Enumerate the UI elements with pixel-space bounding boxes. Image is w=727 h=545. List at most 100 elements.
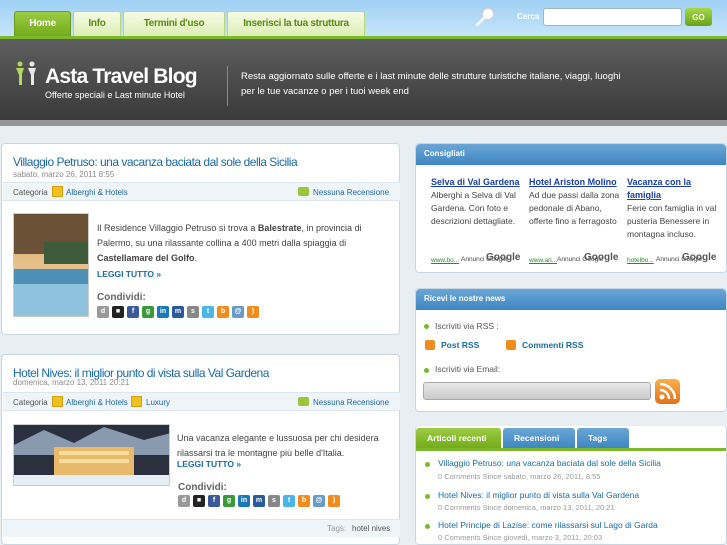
bullet-icon [424,324,429,329]
linkedin-icon[interactable]: in [238,495,250,507]
tab-add-property[interactable]: Inserisci la tua struttura [227,11,365,36]
read-more-link[interactable]: LEGGI TUTTO » [97,269,161,279]
myspace-icon[interactable]: m [253,495,265,507]
category-label: Categoria [13,398,48,407]
tab-home[interactable]: Home [14,11,71,36]
ad-title[interactable]: Hotel Ariston Molino [529,176,621,189]
site-subtitle: Offerte speciali e Last minute Hotel [45,90,185,100]
google-icon[interactable]: g [142,306,154,318]
tab-reviews[interactable]: Recensioni [503,428,575,448]
category-link[interactable]: Luxury [146,398,170,407]
ad-title[interactable]: Vacanza con la famiglia [627,176,719,202]
ad-unit[interactable]: Vacanza con la famiglia Ferie con famigl… [627,176,719,264]
search-input[interactable] [543,8,682,26]
recent-post-meta: 0 Comments Since domenica, marzo 13, 201… [438,503,615,512]
facebook-icon[interactable]: f [127,306,139,318]
comments-link[interactable]: Nessuna Recensione [313,398,389,407]
share-icons: d ■ f g in m s t b @ ) [97,306,259,318]
ad-url[interactable]: hotelbo... [627,254,654,267]
site-header: Asta Travel Blog Offerte speciali e Last… [0,39,727,126]
email-field[interactable] [423,382,651,400]
digg-icon[interactable]: d [178,495,190,507]
rss-icon [425,340,435,350]
ad-url[interactable]: www.bo... [431,254,459,267]
myspace-icon[interactable]: m [172,306,184,318]
google-icon[interactable]: g [223,495,235,507]
google-logo: Google [584,252,619,263]
post-excerpt: Il Residence Villaggio Petruso si trova … [97,223,362,263]
folder-icon [52,186,63,197]
tab-underline [416,448,726,451]
comment-icon [298,187,309,196]
google-logo: Google [486,252,521,263]
recommended-widget: Consigliati Selva di Val Gardena Albergh… [415,143,727,273]
recent-post-link[interactable]: Hotel Nives: il miglior punto di vista s… [438,490,639,500]
ad-unit[interactable]: Selva di Val Gardena Alberghi a Selva di… [431,176,523,264]
tab-info[interactable]: Info [73,11,121,36]
post-date: domenica, marzo 13, 2011 20:21 [13,378,130,387]
tab-tags[interactable]: Tags [577,428,629,448]
search-button[interactable]: GO [685,8,712,26]
recent-post-link[interactable]: Hotel Principe di Lazise: come rilassars… [438,520,658,530]
digg-icon[interactable]: d [97,306,109,318]
post-date: sabato, marzo 26, 2011 8:55 [13,170,115,179]
folder-icon [131,396,142,407]
ad-unit[interactable]: Hotel Ariston Molino Ad due passi dalla … [529,176,621,264]
site-title[interactable]: Asta Travel Blog [45,65,198,89]
comments-rss-link[interactable]: Commenti RSS [522,340,583,350]
rss-label: Iscriviti via RSS : [435,321,499,331]
ad-text: Alberghi a Selva di Val Gardena. Con fot… [431,190,516,226]
rss-share-icon[interactable]: ) [247,306,259,318]
post-rss-link[interactable]: Post RSS [441,340,479,350]
read-more-link[interactable]: LEGGI TUTTO » [177,459,241,469]
stumbleupon-icon[interactable]: s [268,495,280,507]
tags-bar: Tags: hotel nives [3,519,400,537]
comment-icon [298,397,309,406]
post-thumbnail[interactable] [13,424,170,486]
blogger-icon[interactable]: b [217,306,229,318]
ad-title[interactable]: Selva di Val Gardena [431,176,523,189]
delicious-icon[interactable]: ■ [193,495,205,507]
rss-feed-icon[interactable] [655,379,680,404]
category-link[interactable]: Alberghi & Hotels [66,188,128,197]
linkedin-icon[interactable]: in [157,306,169,318]
facebook-icon[interactable]: f [208,495,220,507]
ad-text: Ad due passi dalla zona pedonale di Aban… [529,190,620,226]
email-share-icon[interactable]: @ [313,495,325,507]
widget-title: Ricevi le nostre news [416,289,726,310]
post-card: Hotel Nives: il miglior punto di vista s… [1,354,400,545]
post-thumbnail[interactable] [13,213,89,317]
widget-title: Consigliati [416,144,726,165]
twitter-icon[interactable]: t [202,306,214,318]
bullet-icon [425,462,430,467]
category-link[interactable]: Alberghi & Hotels [66,398,128,407]
category-label: Categoria [13,188,48,197]
tags-label: Tags: [327,524,347,533]
recent-post-meta: 0 Comments Since sabato, marzo 26, 2011,… [438,472,601,481]
email-label: Iscriviti via Email: [435,364,501,374]
post-meta-bar: Categoria Alberghi & Hotels Luxury Nessu… [3,392,400,411]
blogger-icon[interactable]: b [298,495,310,507]
share-label: Condividi: [97,292,146,303]
twitter-icon[interactable]: t [283,495,295,507]
comments-link[interactable]: Nessuna Recensione [313,188,389,197]
stumbleupon-icon[interactable]: s [187,306,199,318]
search-icon [475,7,495,27]
delicious-icon[interactable]: ■ [112,306,124,318]
share-icons: d ■ f g in m s t b @ ) [178,495,340,507]
recent-post-link[interactable]: Villaggio Petruso: una vacanza baciata d… [438,458,661,468]
ad-url[interactable]: www.ari... [529,254,557,267]
search-label: Cerca [517,12,540,21]
email-share-icon[interactable]: @ [232,306,244,318]
google-logo: Google [682,252,717,263]
post-meta-bar: Categoria Alberghi & Hotels Nessuna Rece… [3,182,400,201]
tag-link[interactable]: hotel nives [352,524,390,533]
post-excerpt: Una vacanza elegante e lussuosa per chi … [177,433,379,458]
rss-share-icon[interactable]: ) [328,495,340,507]
site-description: Resta aggiornato sulle offerte e i last … [241,71,621,97]
tab-recent-articles[interactable]: Articoli recenti [416,428,501,448]
post-title[interactable]: Villaggio Petruso: una vacanza baciata d… [13,155,298,169]
bullet-icon [424,368,429,373]
ad-text: Ferie con famiglia in val pusteria Benes… [627,203,717,239]
tab-terms[interactable]: Termini d'uso [123,11,225,36]
